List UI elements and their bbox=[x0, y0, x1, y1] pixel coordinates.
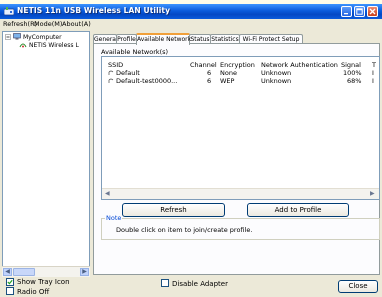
tree-horizontal-scrollbar[interactable]: ◀ ▶ bbox=[2, 266, 90, 277]
scroll-thumb[interactable] bbox=[13, 268, 35, 276]
radio-off-option[interactable]: Radio Off bbox=[6, 287, 49, 296]
disable-adapter-option[interactable]: Disable Adapter bbox=[161, 279, 228, 288]
wireless-adapter-icon bbox=[19, 43, 27, 48]
column-header-encryption[interactable]: Encryption bbox=[220, 61, 255, 69]
maximize-icon bbox=[356, 8, 363, 15]
tab-available-network[interactable]: Available Network bbox=[136, 33, 191, 45]
disable-adapter-checkbox[interactable] bbox=[161, 279, 169, 287]
column-header-ssid[interactable]: SSID bbox=[108, 61, 123, 69]
network-channel: 6 bbox=[207, 77, 212, 85]
network-type: I bbox=[372, 77, 374, 85]
network-row-ssid: Default bbox=[108, 69, 140, 77]
menu-refresh[interactable]: Refresh(R) bbox=[3, 20, 37, 28]
tree-item-mycomputer[interactable]: MyComputer bbox=[13, 33, 62, 41]
tree-item-adapter-label: NETIS Wireless L bbox=[29, 42, 79, 49]
radio-off-label: Radio Off bbox=[17, 288, 50, 296]
tree-item-mycomputer-label: MyComputer bbox=[23, 34, 62, 41]
close-icon bbox=[369, 8, 376, 15]
signal-icon bbox=[108, 78, 114, 83]
disable-adapter-label: Disable Adapter bbox=[172, 280, 228, 288]
network-authentication: Unknown bbox=[261, 69, 292, 77]
scroll-left-icon[interactable]: ◀ bbox=[105, 190, 110, 197]
column-header-authentication[interactable]: Network Authentication bbox=[261, 61, 338, 69]
scroll-left-icon[interactable]: ◀ bbox=[3, 268, 12, 276]
network-encryption: None bbox=[220, 69, 237, 77]
network-row-ssid: Default-test0000... bbox=[108, 77, 177, 85]
close-button[interactable]: Close bbox=[338, 280, 378, 293]
title-bar[interactable]: NETIS 11n USB Wireless LAN Utility bbox=[0, 4, 382, 19]
computer-icon bbox=[13, 33, 21, 40]
close-window-button[interactable] bbox=[367, 6, 378, 17]
network-signal: 68% bbox=[347, 77, 362, 85]
network-type: I bbox=[372, 69, 374, 77]
refresh-button[interactable]: Refresh bbox=[122, 203, 225, 217]
network-authentication: Unknown bbox=[261, 77, 292, 85]
column-header-signal[interactable]: Signal bbox=[341, 61, 361, 69]
note-title: Note bbox=[105, 214, 123, 222]
network-channel: 6 bbox=[207, 69, 212, 77]
maximize-button[interactable] bbox=[354, 6, 365, 17]
available-networks-label: Available Network(s) bbox=[101, 48, 169, 56]
network-signal: 100% bbox=[343, 69, 362, 77]
column-header-channel[interactable]: Channel bbox=[190, 61, 217, 69]
radio-off-checkbox[interactable] bbox=[6, 287, 14, 295]
check-mark-icon bbox=[7, 279, 13, 285]
menu-about[interactable]: About(A) bbox=[62, 20, 91, 28]
utility-window: NETIS 11n USB Wireless LAN Utility Refre… bbox=[0, 0, 382, 297]
tree-expander-icon[interactable] bbox=[5, 34, 11, 42]
menu-mode[interactable]: Mode(M) bbox=[34, 20, 62, 28]
device-tree[interactable]: MyComputer NETIS Wireless L bbox=[2, 31, 90, 268]
show-tray-icon-label: Show Tray Icon bbox=[17, 278, 70, 286]
minimize-icon bbox=[344, 13, 348, 15]
network-list-horizontal-scrollbar[interactable]: ◀ ▶ bbox=[102, 188, 379, 199]
show-tray-icon-option[interactable]: Show Tray Icon bbox=[6, 278, 70, 286]
show-tray-icon-checkbox[interactable] bbox=[6, 278, 14, 286]
wireless-app-icon bbox=[4, 7, 14, 16]
scroll-right-icon[interactable]: ▶ bbox=[370, 190, 375, 197]
add-to-profile-button[interactable]: Add to Profile bbox=[247, 203, 349, 217]
tree-item-adapter[interactable]: NETIS Wireless L bbox=[19, 41, 79, 49]
scroll-right-icon[interactable]: ▶ bbox=[80, 268, 89, 276]
network-encryption: WEP bbox=[220, 77, 235, 85]
menu-bar: Refresh(R) Mode(M) About(A) bbox=[0, 19, 382, 30]
window-title: NETIS 11n USB Wireless LAN Utility bbox=[17, 6, 171, 15]
network-ssid: Default bbox=[116, 69, 140, 77]
column-header-type[interactable]: T bbox=[372, 61, 376, 69]
network-list[interactable]: SSID Channel Encryption Network Authenti… bbox=[101, 56, 380, 200]
minimize-button[interactable] bbox=[341, 6, 352, 17]
note-text: Double click on item to join/create prof… bbox=[116, 226, 253, 234]
network-ssid: Default-test0000... bbox=[116, 77, 178, 85]
signal-icon bbox=[108, 70, 114, 75]
